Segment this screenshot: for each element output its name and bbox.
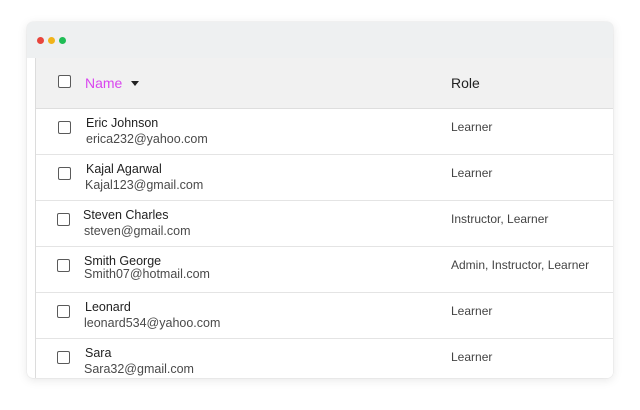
row-checkbox[interactable] xyxy=(58,121,71,134)
user-name: Leonard xyxy=(85,300,131,314)
row-checkbox[interactable] xyxy=(58,167,71,180)
user-email: leonard534@yahoo.com xyxy=(84,316,221,330)
table-row: Leonard leonard534@yahoo.com Learner xyxy=(36,293,613,339)
close-window-button[interactable] xyxy=(37,37,44,44)
row-checkbox[interactable] xyxy=(57,259,70,272)
row-checkbox[interactable] xyxy=(57,213,70,226)
caret-down-icon[interactable] xyxy=(131,81,140,86)
user-email: Kajal123@gmail.com xyxy=(85,178,204,192)
user-role: Learner xyxy=(451,350,493,364)
table-row: Smith George Smith07@hotmail.com Admin, … xyxy=(36,247,613,293)
minimize-window-button[interactable] xyxy=(48,37,55,44)
user-role: Admin, Instructor, Learner xyxy=(451,258,590,272)
user-email: steven@gmail.com xyxy=(84,224,191,238)
name-column-header[interactable]: Name xyxy=(85,75,140,91)
row-checkbox[interactable] xyxy=(57,305,70,318)
user-name: Eric Johnson xyxy=(86,116,159,130)
table-row: Steven Charles steven@gmail.com Instruct… xyxy=(36,201,613,247)
maximize-window-button[interactable] xyxy=(59,37,66,44)
users-table: Name Role Eric Johnson erica232@yahoo.co… xyxy=(35,58,613,378)
user-name: Steven Charles xyxy=(83,208,169,222)
user-name: Kajal Agarwal xyxy=(86,162,162,176)
title-bar xyxy=(27,22,613,58)
user-name: Smith George xyxy=(84,254,162,268)
table-row: Sara Sara32@gmail.com Learner xyxy=(36,339,613,378)
user-email: Smith07@hotmail.com xyxy=(84,267,210,281)
user-role: Learner xyxy=(451,120,493,134)
select-all-checkbox[interactable] xyxy=(58,75,71,88)
app-window: Name Role Eric Johnson erica232@yahoo.co… xyxy=(27,22,613,378)
user-role: Instructor, Learner xyxy=(451,212,549,226)
user-role: Learner xyxy=(451,304,493,318)
user-role: Learner xyxy=(451,166,493,180)
table-row: Eric Johnson erica232@yahoo.com Learner xyxy=(36,109,613,155)
user-name: Sara xyxy=(85,346,112,360)
name-column-label: Name xyxy=(85,75,123,91)
user-email: erica232@yahoo.com xyxy=(86,132,208,146)
table-row: Kajal Agarwal Kajal123@gmail.com Learner xyxy=(36,155,613,201)
table-header: Name Role xyxy=(36,58,613,109)
role-column-header: Role xyxy=(451,75,480,91)
row-checkbox[interactable] xyxy=(57,351,70,364)
user-email: Sara32@gmail.com xyxy=(84,362,194,376)
